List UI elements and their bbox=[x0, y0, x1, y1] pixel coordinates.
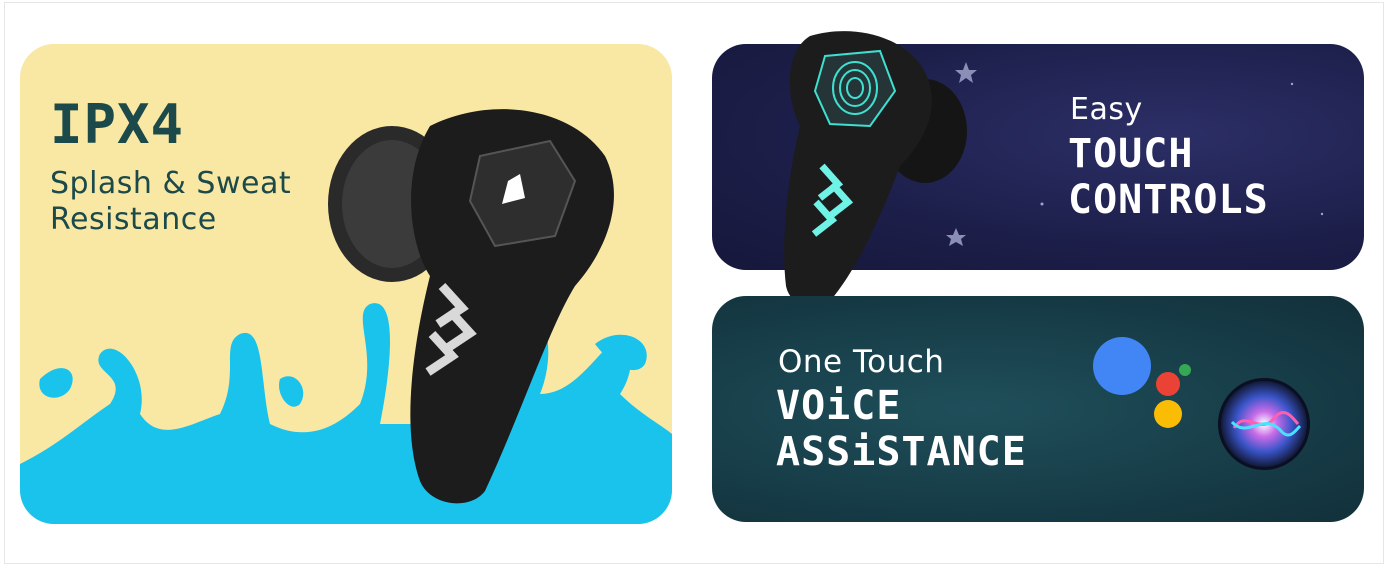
voice-title-line1: VOiCE bbox=[776, 383, 902, 429]
earbud-icon bbox=[328, 109, 614, 504]
voice-title-line2: ASSiSTANCE bbox=[776, 429, 1027, 475]
siri-icon bbox=[1218, 378, 1310, 470]
touch-title-line2: CONTROLS bbox=[1068, 177, 1269, 223]
ipx4-title: IPX4 bbox=[50, 93, 185, 156]
earbud-touch-icon bbox=[784, 31, 967, 308]
touch-small-label: Easy bbox=[1070, 92, 1143, 127]
water-subtitle-line2: Resistance bbox=[50, 202, 217, 237]
touch-title-line1: TOUCH bbox=[1068, 131, 1194, 177]
google-assistant-icon bbox=[1093, 337, 1191, 428]
water-subtitle-line1: Splash & Sweat bbox=[50, 166, 292, 201]
voice-small-label: One Touch bbox=[778, 344, 945, 380]
